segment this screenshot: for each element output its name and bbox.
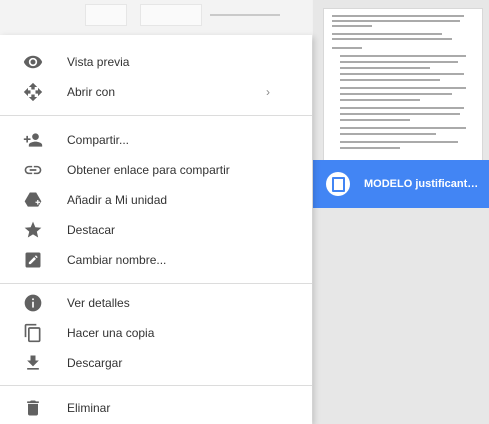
menu-item-label: Descargar [67, 356, 123, 370]
menu-item-label: Eliminar [67, 401, 111, 415]
menu-divider [0, 115, 312, 116]
trash-icon [23, 398, 43, 418]
doc-text-line [340, 141, 458, 143]
menu-item-label: Cambiar nombre... [67, 253, 167, 267]
file-card[interactable]: MODELO justificante... [313, 0, 489, 424]
doc-text-line [340, 73, 464, 75]
menu-item-rename[interactable]: Cambiar nombre... [0, 245, 312, 275]
copy-icon [23, 323, 43, 343]
menu-item-label: Vista previa [67, 55, 130, 69]
doc-text-line [332, 15, 464, 17]
doc-text-line [340, 79, 440, 81]
doc-text-line [340, 113, 460, 115]
grid-thumbnail [85, 4, 127, 26]
doc-text-line [332, 25, 372, 27]
grid-thumbnail [140, 4, 202, 26]
doc-text-line [340, 67, 430, 69]
menu-item-preview[interactable]: Vista previa [0, 47, 312, 77]
menu-item-label: Ver detalles [67, 296, 130, 310]
google-docs-icon [326, 172, 350, 196]
menu-item-label: Compartir... [67, 133, 130, 147]
menu-item-delete[interactable]: Eliminar [0, 393, 312, 423]
menu-item-open-with[interactable]: Abrir con › [0, 77, 312, 107]
doc-text-line [340, 93, 452, 95]
menu-item-get-link[interactable]: Obtener enlace para compartir [0, 155, 312, 185]
doc-text-line [340, 99, 420, 101]
info-icon [23, 293, 43, 313]
grid-thumbnail-line [210, 14, 280, 16]
open-with-icon [23, 82, 43, 102]
chevron-right-icon: › [266, 85, 270, 99]
menu-item-download[interactable]: Descargar [0, 348, 312, 378]
menu-item-view-details[interactable]: Ver detalles [0, 288, 312, 318]
doc-text-line [332, 38, 452, 40]
menu-item-share[interactable]: Compartir... [0, 125, 312, 155]
menu-item-make-copy[interactable]: Hacer una copia [0, 318, 312, 348]
menu-item-label: Abrir con [67, 85, 116, 99]
star-icon [23, 220, 43, 240]
menu-divider [0, 385, 312, 386]
menu-item-label: Obtener enlace para compartir [67, 163, 230, 177]
edit-icon [23, 250, 43, 270]
context-menu: Vista previa Abrir con › Compartir... Ob… [0, 35, 312, 424]
menu-divider [0, 283, 312, 284]
doc-text-line [340, 127, 466, 129]
doc-text-line [332, 33, 442, 35]
doc-text-line [340, 147, 400, 149]
download-icon [23, 353, 43, 373]
doc-text-line [340, 61, 458, 63]
menu-item-label: Destacar [67, 223, 116, 237]
person-add-icon [23, 130, 43, 150]
doc-text-line [340, 119, 410, 121]
doc-text-line [340, 87, 466, 89]
link-icon [23, 160, 43, 180]
file-name: MODELO justificante... [364, 178, 482, 190]
doc-text-line [340, 107, 464, 109]
menu-item-star[interactable]: Destacar [0, 215, 312, 245]
eye-icon [23, 52, 43, 72]
doc-text-line [340, 133, 436, 135]
add-to-drive-icon [23, 190, 43, 210]
menu-item-label: Hacer una copia [67, 326, 155, 340]
doc-text-line [332, 47, 362, 49]
menu-item-label: Añadir a Mi unidad [67, 193, 168, 207]
doc-text-line [332, 20, 460, 22]
doc-text-line [340, 55, 466, 57]
menu-item-add-to-my-drive[interactable]: Añadir a Mi unidad [0, 185, 312, 215]
file-name-bar[interactable]: MODELO justificante... [313, 160, 489, 208]
document-thumbnail [323, 8, 483, 165]
